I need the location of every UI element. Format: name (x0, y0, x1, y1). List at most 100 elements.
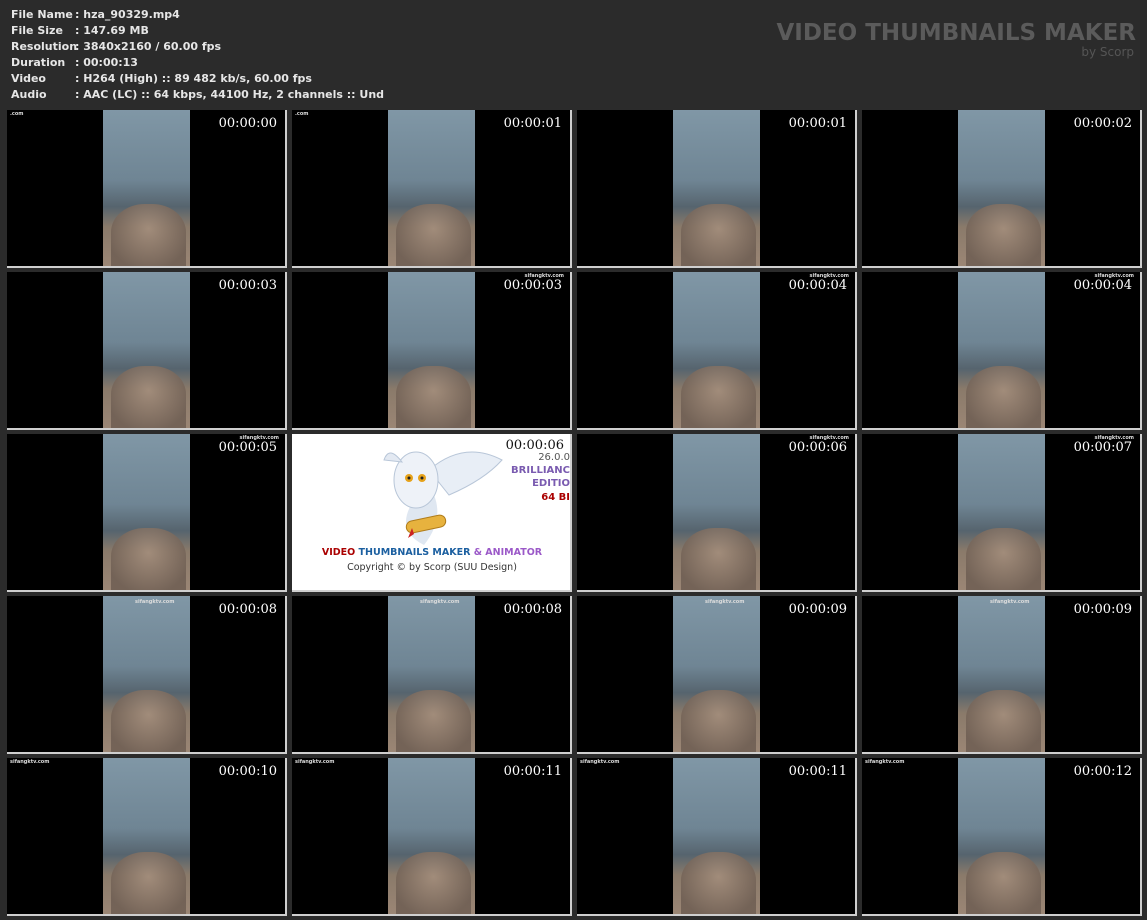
thumbnail-timestamp: 00:00:03 (503, 278, 562, 293)
splash-edition-2: EDITIO (532, 478, 570, 489)
video-thumbnail[interactable]: sifangktv.com 00:00:04 (577, 272, 857, 430)
splash-edition: BRILLIANC (511, 465, 570, 476)
splash-bits: 64 BI (541, 492, 570, 503)
watermark-text: sifangktv.com (295, 759, 335, 765)
video-thumbnail[interactable]: sifangktv.com 00:00:03 (292, 272, 572, 430)
info-label: File Name (11, 8, 73, 21)
info-row: Resolution: 3840x2160 / 60.00 fps (11, 39, 384, 55)
info-separator: : (75, 72, 84, 85)
info-separator: : (75, 8, 84, 21)
thumbnail-timestamp: 00:00:02 (1073, 116, 1132, 131)
video-thumbnail[interactable]: sifangktv.com 00:00:11 (292, 758, 572, 916)
video-frame (673, 272, 760, 428)
video-frame (673, 758, 760, 914)
watermark-text: sifangktv.com (705, 599, 745, 605)
info-label: File Size (11, 24, 63, 37)
video-frame (673, 110, 760, 266)
thumbnail-timestamp: 00:00:09 (1073, 602, 1132, 617)
video-thumbnail[interactable]: sifangktv.com 00:00:09 (862, 596, 1142, 754)
info-row: Duration: 00:00:13 (11, 55, 384, 71)
video-frame (103, 272, 190, 428)
video-frame (103, 110, 190, 266)
video-frame (958, 110, 1045, 266)
thumbnail-timestamp: 00:00:00 (218, 116, 277, 131)
thumbnail-timestamp: 00:00:12 (1073, 764, 1132, 779)
video-frame (958, 272, 1045, 428)
info-value: AAC (LC) :: 64 kbps, 44100 Hz, 2 channel… (83, 88, 385, 101)
video-thumbnail[interactable]: sifangktv.com 00:00:05 (7, 434, 287, 592)
video-thumbnail[interactable]: sifangktv.com 00:00:09 (577, 596, 857, 754)
info-row: File Name: hza_90329.mp4 (11, 7, 384, 23)
video-frame (388, 596, 475, 752)
thumbnail-timestamp: 00:00:04 (788, 278, 847, 293)
video-thumbnail[interactable]: 00:00:01 (577, 110, 857, 268)
info-label: Resolution (11, 40, 78, 53)
info-label: Duration (11, 56, 66, 69)
video-frame (388, 272, 475, 428)
product-part: & ANIMATOR (473, 547, 543, 558)
video-frame (958, 758, 1045, 914)
info-row: File Size: 147.69 MB (11, 23, 384, 39)
video-thumbnail[interactable]: sifangktv.com 00:00:08 (7, 596, 287, 754)
video-frame (388, 758, 475, 914)
watermark-text: sifangktv.com (135, 599, 175, 605)
watermark-text: sifangktv.com (420, 599, 460, 605)
info-value: 3840x2160 / 60.00 fps (83, 40, 222, 53)
watermark-text: .com (295, 111, 309, 117)
info-row: Audio: AAC (LC) :: 64 kbps, 44100 Hz, 2 … (11, 87, 384, 103)
watermark-text: sifangktv.com (865, 759, 905, 765)
info-value: 00:00:13 (83, 56, 138, 69)
splash-copyright: Copyright © by Scorp (SUU Design) (347, 562, 517, 573)
watermark-text: sifangktv.com (580, 759, 620, 765)
thumbnail-timestamp: 00:00:04 (1073, 278, 1132, 293)
video-thumbnail[interactable]: .com 00:00:00 (7, 110, 287, 268)
brand-logo: VIDEO THUMBNAILS MAKER by Scorp (776, 20, 1136, 58)
video-frame (673, 434, 760, 590)
video-thumbnail[interactable]: sifangktv.com 00:00:07 (862, 434, 1142, 592)
video-thumbnail[interactable]: sifangktv.com 00:00:12 (862, 758, 1142, 916)
video-thumbnail[interactable]: 00:00:06 26.0.0 BRILLIANC EDITIO 64 BI V… (292, 434, 572, 592)
info-value: 147.69 MB (83, 24, 149, 37)
product-part: VIDEO (321, 547, 356, 558)
thumbnail-timestamp: 00:00:10 (218, 764, 277, 779)
splash-version: 26.0.0 (538, 452, 570, 463)
thumbnail-timestamp: 00:00:08 (218, 602, 277, 617)
info-separator: : (75, 40, 84, 53)
thumbnail-timestamp: 00:00:08 (503, 602, 562, 617)
video-frame (673, 596, 760, 752)
owl-logo-icon (383, 451, 503, 545)
video-frame (958, 434, 1045, 590)
video-thumbnail[interactable]: 00:00:02 (862, 110, 1142, 268)
thumbnail-timestamp: 00:00:05 (218, 440, 277, 455)
splash-product-name: VIDEO THUMBNAILS MAKER & ANIMATOR (292, 547, 570, 558)
watermark-text: sifangktv.com (990, 599, 1030, 605)
video-frame (103, 758, 190, 914)
info-separator: : (75, 88, 84, 101)
watermark-text: .com (10, 111, 24, 117)
info-value: hza_90329.mp4 (83, 8, 180, 21)
info-row: Video: H264 (High) :: 89 482 kb/s, 60.00… (11, 71, 384, 87)
video-frame (103, 434, 190, 590)
video-frame (958, 596, 1045, 752)
video-thumbnail[interactable]: sifangktv.com 00:00:08 (292, 596, 572, 754)
info-label: Audio (11, 88, 47, 101)
video-thumbnail[interactable]: .com 00:00:01 (292, 110, 572, 268)
video-thumbnail[interactable]: sifangktv.com 00:00:04 (862, 272, 1142, 430)
video-thumbnail[interactable]: sifangktv.com 00:00:06 (577, 434, 857, 592)
brand-subtitle: by Scorp (1081, 45, 1134, 59)
thumbnail-timestamp: 00:00:07 (1073, 440, 1132, 455)
info-separator: : (75, 24, 84, 37)
product-part: THUMBNAILS MAKER (358, 547, 471, 558)
video-frame (388, 110, 475, 266)
thumbnail-timestamp: 00:00:01 (503, 116, 562, 131)
thumbnail-timestamp: 00:00:11 (503, 764, 562, 779)
thumbnail-timestamp: 00:00:09 (788, 602, 847, 617)
info-value: H264 (High) :: 89 482 kb/s, 60.00 fps (83, 72, 312, 85)
video-frame (103, 596, 190, 752)
video-thumbnail[interactable]: sifangktv.com 00:00:11 (577, 758, 857, 916)
video-thumbnail[interactable]: sifangktv.com 00:00:10 (7, 758, 287, 916)
video-thumbnail[interactable]: 00:00:03 (7, 272, 287, 430)
info-label: Video (11, 72, 46, 85)
thumbnail-grid: .com 00:00:00 .com 00:00:01 00:00:01 00:00:02… (7, 110, 1142, 916)
watermark-text: sifangktv.com (10, 759, 50, 765)
